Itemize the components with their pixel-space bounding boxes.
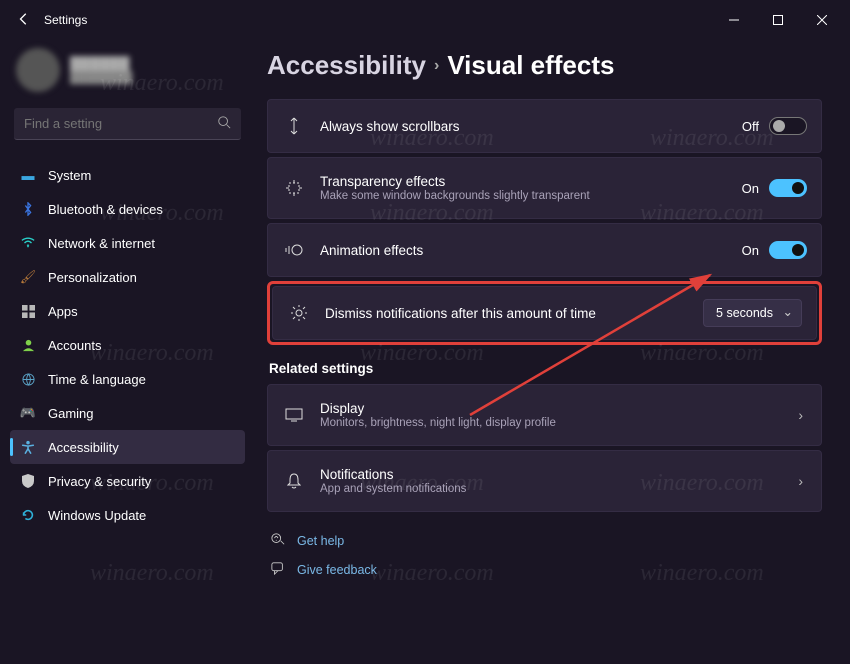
sidebar-item-label: Apps [48, 304, 78, 319]
setting-scrollbars: Always show scrollbars Off [267, 99, 822, 153]
minimize-button[interactable] [712, 5, 756, 35]
sidebar-item-accessibility[interactable]: Accessibility [10, 430, 245, 464]
scrollbars-toggle[interactable] [769, 117, 807, 135]
transparency-toggle[interactable] [769, 179, 807, 197]
setting-label: Animation effects [320, 243, 742, 258]
breadcrumb: Accessibility › Visual effects [267, 44, 822, 99]
related-notifications[interactable]: Notifications App and system notificatio… [267, 450, 822, 512]
related-sublabel: App and system notifications [320, 483, 794, 495]
accessibility-icon [20, 439, 36, 455]
toggle-state-label: Off [742, 119, 759, 134]
sidebar-item-time[interactable]: Time & language [10, 362, 245, 396]
related-heading: Related settings [269, 361, 822, 376]
system-icon: ▬ [20, 167, 36, 183]
dismiss-time-dropdown[interactable]: 5 seconds [703, 299, 802, 327]
sidebar-item-label: Privacy & security [48, 474, 151, 489]
sidebar-item-label: Network & internet [48, 236, 155, 251]
sidebar-item-label: Gaming [48, 406, 94, 421]
related-label: Display [320, 401, 794, 416]
setting-animation: Animation effects On [267, 223, 822, 277]
page-title: Visual effects [447, 50, 614, 81]
sidebar-item-label: Personalization [48, 270, 137, 285]
sidebar-item-update[interactable]: Windows Update [10, 498, 245, 532]
setting-dismiss-notifications: Dismiss notifications after this amount … [272, 286, 817, 340]
sidebar-item-label: Bluetooth & devices [48, 202, 163, 217]
gamepad-icon: 🎮 [20, 405, 36, 421]
search-input[interactable] [24, 116, 217, 131]
maximize-button[interactable] [756, 5, 800, 35]
sidebar-item-label: Windows Update [48, 508, 146, 523]
sidebar-item-label: Accounts [48, 338, 101, 353]
close-icon [817, 15, 827, 25]
user-text: ██████ ████████ [70, 56, 132, 84]
setting-label: Always show scrollbars [320, 119, 742, 134]
globe-icon [20, 371, 36, 387]
chevron-right-icon: › [794, 407, 807, 423]
help-link-label: Get help [297, 534, 344, 548]
shield-icon [20, 473, 36, 489]
annotation-highlight: Dismiss notifications after this amount … [267, 281, 822, 345]
paint-icon: 🖌 [20, 269, 36, 285]
sidebar-item-personalization[interactable]: 🖌 Personalization [10, 260, 245, 294]
give-feedback-link[interactable]: Give feedback [267, 555, 822, 584]
sidebar-item-system[interactable]: ▬ System [10, 158, 245, 192]
related-display[interactable]: Display Monitors, brightness, night ligh… [267, 384, 822, 446]
person-icon [20, 337, 36, 353]
setting-sublabel: Make some window backgrounds slightly tr… [320, 190, 742, 202]
maximize-icon [773, 15, 783, 25]
sidebar-item-apps[interactable]: Apps [10, 294, 245, 328]
sidebar-item-label: Time & language [48, 372, 146, 387]
setting-label: Dismiss notifications after this amount … [325, 306, 703, 321]
related-label: Notifications [320, 467, 794, 482]
get-help-link[interactable]: Get help [267, 526, 822, 555]
sidebar-item-label: Accessibility [48, 440, 119, 455]
sidebar-item-label: System [48, 168, 91, 183]
display-icon [282, 408, 306, 422]
titlebar: Settings [0, 0, 850, 40]
help-section: Get help Give feedback [267, 526, 822, 584]
search-icon [217, 115, 231, 132]
window-controls [712, 5, 844, 35]
setting-label: Transparency effects [320, 174, 742, 189]
transparency-icon [282, 180, 306, 196]
animation-toggle[interactable] [769, 241, 807, 259]
help-link-label: Give feedback [297, 563, 377, 577]
sidebar-item-gaming[interactable]: 🎮 Gaming [10, 396, 245, 430]
sidebar-item-network[interactable]: Network & internet [10, 226, 245, 260]
sidebar: ██████ ████████ ▬ System Bluetooth & dev… [0, 40, 255, 664]
window-title: Settings [42, 13, 87, 27]
bluetooth-icon [20, 201, 36, 217]
sidebar-item-accounts[interactable]: Accounts [10, 328, 245, 362]
minimize-icon [729, 15, 739, 25]
related-sublabel: Monitors, brightness, night light, displ… [320, 417, 794, 429]
sidebar-item-bluetooth[interactable]: Bluetooth & devices [10, 192, 245, 226]
brightness-icon [287, 304, 311, 322]
chevron-right-icon: › [434, 57, 439, 75]
avatar [16, 48, 60, 92]
arrow-left-icon [17, 12, 31, 26]
breadcrumb-parent[interactable]: Accessibility [267, 50, 426, 81]
sidebar-item-privacy[interactable]: Privacy & security [10, 464, 245, 498]
wifi-icon [20, 235, 36, 251]
scrollbar-icon [282, 117, 306, 135]
close-button[interactable] [800, 5, 844, 35]
chevron-right-icon: › [794, 473, 807, 489]
main-content: Accessibility › Visual effects Always sh… [255, 40, 850, 664]
dropdown-value: 5 seconds [716, 306, 773, 320]
back-button[interactable] [6, 12, 42, 29]
bell-icon [282, 473, 306, 489]
feedback-icon [269, 561, 287, 578]
toggle-state-label: On [742, 181, 759, 196]
animation-icon [282, 243, 306, 257]
user-block[interactable]: ██████ ████████ [10, 48, 245, 108]
setting-transparency: Transparency effects Make some window ba… [267, 157, 822, 219]
apps-icon [20, 303, 36, 319]
search-box[interactable] [14, 108, 241, 140]
toggle-state-label: On [742, 243, 759, 258]
help-icon [269, 532, 287, 549]
update-icon [20, 507, 36, 523]
